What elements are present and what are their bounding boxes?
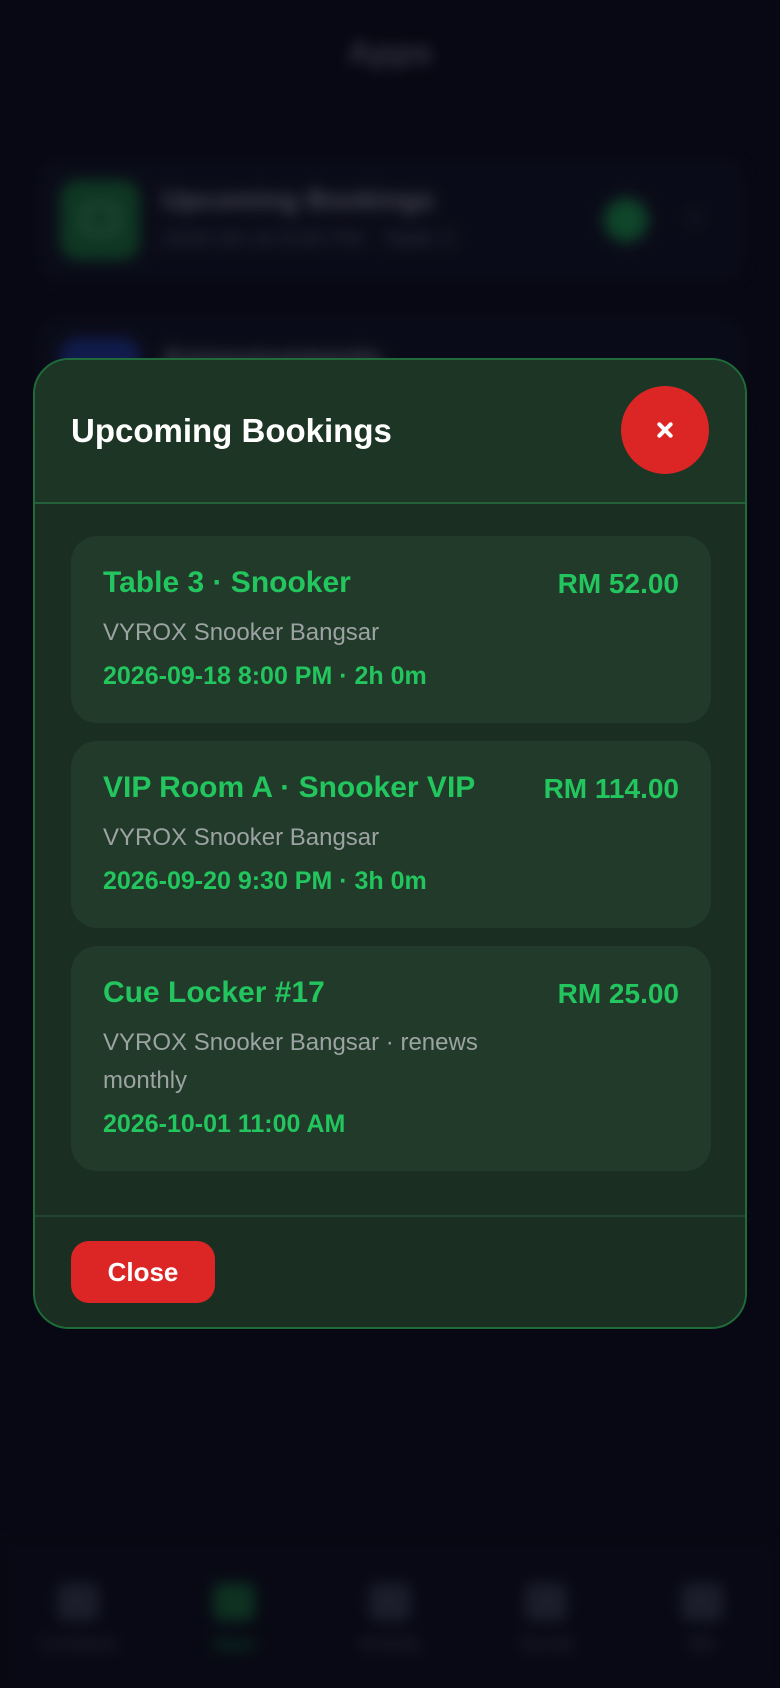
booking-price: RM 25.00 — [557, 978, 679, 1009]
booking-venue: VYROX Snooker Bangsar — [103, 619, 380, 646]
booking-time: 2026-09-18 8:00 PM · 2h 0m — [103, 662, 427, 690]
close-button[interactable]: Close — [71, 1241, 215, 1303]
booking-time: 2026-10-01 11:00 AM — [103, 1110, 346, 1138]
booking-venue: VYROX Snooker Bangsar — [103, 824, 380, 851]
booking-item[interactable]: VIP Room A · Snooker VIP RM 114.00 VYROX… — [71, 741, 711, 928]
modal-header: Upcoming Bookings — [35, 360, 745, 504]
close-icon-button[interactable] — [621, 386, 709, 474]
modal-title: Upcoming Bookings — [71, 412, 392, 449]
booking-venue: VYROX Snooker Bangsar · renews monthly — [103, 1029, 478, 1094]
upcoming-bookings-modal: Upcoming Bookings Table 3 · Snooker RM 5… — [33, 358, 747, 1329]
booking-time: 2026-09-20 9:30 PM · 3h 0m — [103, 867, 427, 895]
booking-item[interactable]: Cue Locker #17 RM 25.00 VYROX Snooker Ba… — [71, 946, 711, 1171]
app-page: Apps Upcoming Bookings 2026-09-18 8:00 P… — [0, 0, 780, 1688]
booking-price: RM 114.00 — [543, 773, 679, 804]
booking-list: Table 3 · Snooker RM 52.00 VYROX Snooker… — [71, 536, 711, 1189]
booking-price: RM 52.00 — [557, 568, 679, 599]
booking-item[interactable]: Table 3 · Snooker RM 52.00 VYROX Snooker… — [71, 536, 711, 723]
modal-footer: Close — [35, 1215, 745, 1327]
